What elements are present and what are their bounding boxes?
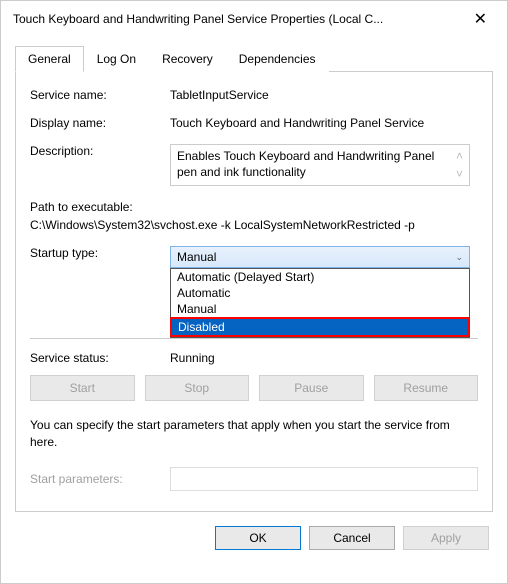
display-name-label: Display name: <box>30 116 170 130</box>
start-params-label: Start parameters: <box>30 472 170 486</box>
chevron-down-icon: ⌄ <box>455 252 463 263</box>
tab-recovery[interactable]: Recovery <box>149 46 226 72</box>
option-manual[interactable]: Manual <box>171 301 469 317</box>
ok-button[interactable]: OK <box>215 526 301 550</box>
start-button[interactable]: Start <box>30 375 135 401</box>
startup-type-combo[interactable]: Manual ⌄ Automatic (Delayed Start) Autom… <box>170 246 470 268</box>
service-status-value: Running <box>170 351 478 365</box>
divider <box>30 338 478 339</box>
startup-dropdown: Automatic (Delayed Start) Automatic Manu… <box>170 268 470 338</box>
scroll-up-icon[interactable]: ˄ <box>456 149 463 163</box>
tab-dependencies[interactable]: Dependencies <box>226 46 329 72</box>
description-text: Enables Touch Keyboard and Handwriting P… <box>177 149 452 180</box>
display-name-value: Touch Keyboard and Handwriting Panel Ser… <box>170 116 478 130</box>
resume-button[interactable]: Resume <box>374 375 479 401</box>
option-automatic-delayed[interactable]: Automatic (Delayed Start) <box>171 269 469 285</box>
service-name-label: Service name: <box>30 88 170 102</box>
start-params-hint: You can specify the start parameters tha… <box>30 417 478 451</box>
startup-type-label: Startup type: <box>30 246 170 260</box>
description-label: Description: <box>30 144 170 158</box>
service-status-label: Service status: <box>30 351 170 365</box>
option-automatic[interactable]: Automatic <box>171 285 469 301</box>
dialog-footer: OK Cancel Apply <box>5 512 503 550</box>
general-panel: Service name: TabletInputService Display… <box>15 72 493 512</box>
tab-strip: General Log On Recovery Dependencies <box>15 45 493 72</box>
close-icon[interactable]: ✕ <box>466 9 495 29</box>
tab-general[interactable]: General <box>15 46 84 72</box>
path-value: C:\Windows\System32\svchost.exe -k Local… <box>30 218 478 232</box>
scroll-down-icon[interactable]: ˅ <box>456 167 463 181</box>
start-params-input <box>170 467 478 491</box>
option-disabled[interactable]: Disabled <box>170 317 470 337</box>
startup-selected-value: Manual <box>177 250 216 264</box>
path-label: Path to executable: <box>30 200 478 214</box>
pause-button[interactable]: Pause <box>259 375 364 401</box>
cancel-button[interactable]: Cancel <box>309 526 395 550</box>
apply-button[interactable]: Apply <box>403 526 489 550</box>
window-title: Touch Keyboard and Handwriting Panel Ser… <box>13 12 383 26</box>
service-name-value: TabletInputService <box>170 88 478 102</box>
description-box: Enables Touch Keyboard and Handwriting P… <box>170 144 470 186</box>
stop-button[interactable]: Stop <box>145 375 250 401</box>
tab-logon[interactable]: Log On <box>84 46 149 72</box>
